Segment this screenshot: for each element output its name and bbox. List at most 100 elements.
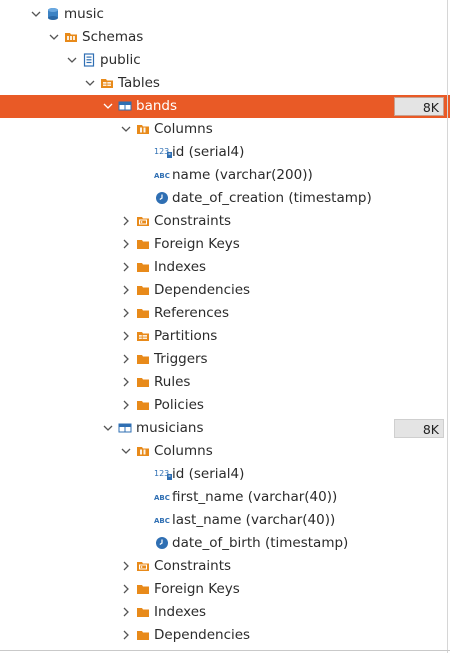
chevron-down-icon[interactable] <box>66 54 78 66</box>
tree-node-music[interactable]: music <box>0 3 450 26</box>
table-icon <box>118 99 132 113</box>
tree-node-public[interactable]: public <box>0 49 450 72</box>
chevron-right-icon[interactable] <box>120 238 132 250</box>
chevron-right-icon[interactable] <box>120 261 132 273</box>
chevron-right-icon[interactable] <box>120 330 132 342</box>
folder-icon <box>136 375 150 389</box>
node-label: Columns <box>154 443 213 459</box>
tree-node-references[interactable]: References <box>0 302 450 325</box>
node-label: Constraints <box>154 558 232 574</box>
folder-icon <box>136 283 150 297</box>
tree-node-indexes[interactable]: Indexes <box>0 256 450 279</box>
node-label: Foreign Keys <box>154 236 240 252</box>
chevron-down-icon[interactable] <box>102 100 114 112</box>
node-label: Policies <box>154 397 204 413</box>
tree-node-partitions[interactable]: Partitions <box>0 325 450 348</box>
folder-icon <box>136 352 150 366</box>
folder-icon <box>136 582 150 596</box>
tree-node-column[interactable]: 123 id (serial4) <box>0 463 450 486</box>
tree-node-columns[interactable]: Columns <box>0 118 450 141</box>
tree-node-table-bands[interactable]: bands 8K <box>0 95 450 118</box>
text-abc-icon: ABC <box>154 490 172 504</box>
tree-node-column[interactable]: 123 id (serial4) <box>0 141 450 164</box>
column-label: first_name (varchar(40)) <box>172 489 338 505</box>
chevron-down-icon[interactable] <box>30 8 42 20</box>
schemas-folder-icon <box>64 30 78 44</box>
node-label: References <box>154 305 230 321</box>
constraints-folder-icon <box>136 214 150 228</box>
chevron-right-icon[interactable] <box>120 307 132 319</box>
tree-node-column[interactable]: date_of_birth (timestamp) <box>0 532 450 555</box>
tree-node-table-musicians[interactable]: musicians 8K <box>0 417 450 440</box>
chevron-down-icon[interactable] <box>120 123 132 135</box>
tree-node-dependencies[interactable]: Dependencies <box>0 279 450 302</box>
chevron-right-icon[interactable] <box>120 399 132 411</box>
svg-text:123: 123 <box>154 147 169 156</box>
folder-icon <box>136 605 150 619</box>
chevron-right-icon[interactable] <box>120 353 132 365</box>
chevron-right-icon[interactable] <box>120 560 132 572</box>
tree-node-rules[interactable]: Rules <box>0 371 450 394</box>
chevron-right-icon[interactable] <box>120 376 132 388</box>
tables-folder-icon <box>100 76 114 90</box>
text-abc-icon: ABC <box>154 513 172 527</box>
numeric-icon: 123 <box>154 145 172 159</box>
tree-node-column[interactable]: ABC name (varchar(200)) <box>0 164 450 187</box>
node-label: Rules <box>154 374 191 390</box>
chevron-down-icon[interactable] <box>102 422 114 434</box>
column-label: id (serial4) <box>172 144 245 160</box>
svg-text:ABC: ABC <box>154 494 170 502</box>
columns-folder-icon <box>136 122 150 136</box>
chevron-right-icon[interactable] <box>120 583 132 595</box>
columns-folder-icon <box>136 444 150 458</box>
chevron-down-icon[interactable] <box>120 445 132 457</box>
tree-node-triggers[interactable]: Triggers <box>0 348 450 371</box>
folder-icon <box>136 628 150 642</box>
tree-node-policies[interactable]: Policies <box>0 394 450 417</box>
chevron-right-icon[interactable] <box>120 284 132 296</box>
node-label: Tables <box>118 75 160 91</box>
constraints-folder-icon <box>136 559 150 573</box>
numeric-icon: 123 <box>154 467 172 481</box>
node-label: Constraints <box>154 213 232 229</box>
node-label: Dependencies <box>154 282 251 298</box>
tree-node-foreign-keys[interactable]: Foreign Keys <box>0 578 450 601</box>
svg-text:ABC: ABC <box>154 517 170 525</box>
panel-border <box>447 0 448 653</box>
node-label: public <box>100 52 141 68</box>
folder-icon <box>136 398 150 412</box>
chevron-right-icon[interactable] <box>120 606 132 618</box>
tree-node-schemas[interactable]: Schemas <box>0 26 450 49</box>
column-label: date_of_birth (timestamp) <box>172 535 349 551</box>
chevron-down-icon[interactable] <box>48 31 60 43</box>
chevron-down-icon[interactable] <box>84 77 96 89</box>
tree-node-column[interactable]: ABC first_name (varchar(40)) <box>0 486 450 509</box>
chevron-right-icon[interactable] <box>120 629 132 641</box>
tree-node-dependencies[interactable]: Dependencies <box>0 624 450 647</box>
tree-node-column[interactable]: date_of_creation (timestamp) <box>0 187 450 210</box>
text-abc-icon: ABC <box>154 168 172 182</box>
panel-bottom-border <box>0 650 450 651</box>
tree-node-columns[interactable]: Columns <box>0 440 450 463</box>
chevron-right-icon[interactable] <box>120 215 132 227</box>
database-icon <box>46 7 60 21</box>
svg-text:ABC: ABC <box>154 172 170 180</box>
folder-icon <box>136 306 150 320</box>
node-label: Triggers <box>154 351 208 367</box>
tree-node-tables[interactable]: Tables <box>0 72 450 95</box>
tree-node-constraints[interactable]: Constraints <box>0 555 450 578</box>
table-size-badge: 8K <box>394 97 444 116</box>
node-label: Schemas <box>82 29 144 45</box>
node-label: musicians <box>136 420 204 436</box>
database-navigator-tree: music Schemas public Tables bands 8K Col… <box>0 0 450 653</box>
schema-icon <box>82 53 96 67</box>
tree-node-constraints[interactable]: Constraints <box>0 210 450 233</box>
folder-icon <box>136 260 150 274</box>
node-label: Columns <box>154 121 213 137</box>
node-label: Indexes <box>154 259 207 275</box>
column-label: id (serial4) <box>172 466 245 482</box>
tree-node-foreign-keys[interactable]: Foreign Keys <box>0 233 450 256</box>
tree-node-column[interactable]: ABC last_name (varchar(40)) <box>0 509 450 532</box>
clock-icon <box>155 536 169 550</box>
tree-node-indexes[interactable]: Indexes <box>0 601 450 624</box>
